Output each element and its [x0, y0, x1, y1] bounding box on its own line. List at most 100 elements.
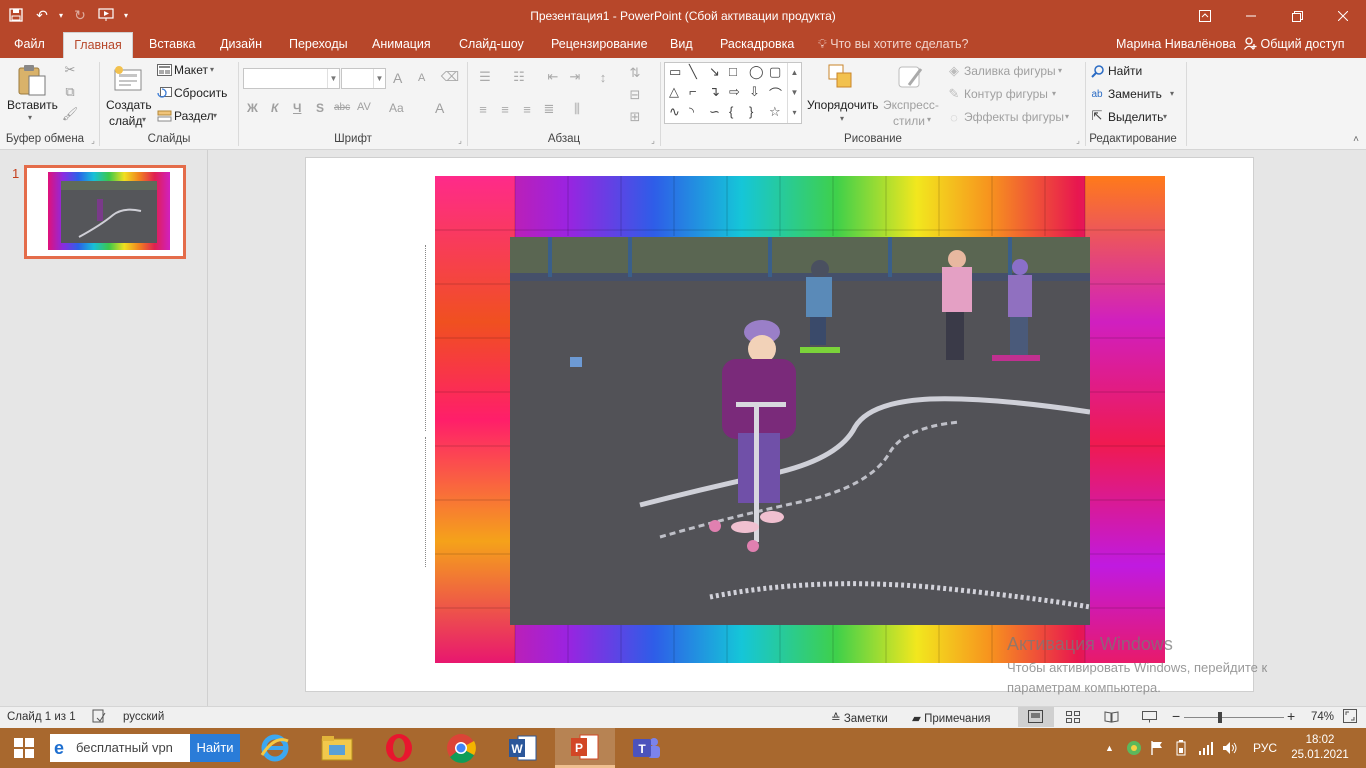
find-icon[interactable]	[1089, 63, 1105, 79]
taskbar-word-icon[interactable]: W	[493, 728, 553, 768]
paste-dropdown-icon[interactable]: ▾	[28, 113, 32, 122]
show-hidden-icons[interactable]: ▲	[1105, 728, 1114, 768]
arrange-label[interactable]: Упорядочить	[807, 98, 878, 112]
paste-icon[interactable]	[14, 62, 50, 98]
arc-shape-icon[interactable]: ◝	[689, 104, 694, 120]
quick-styles-icon[interactable]	[896, 62, 926, 92]
down-arrow-shape-icon[interactable]: ⇩	[749, 84, 760, 100]
columns-icon[interactable]: ⫼	[566, 100, 588, 118]
clipboard-launcher-icon[interactable]: ⌟	[88, 135, 98, 145]
replace-button[interactable]: Заменить	[1108, 87, 1162, 101]
share-button[interactable]: Общий доступ	[1243, 32, 1344, 58]
scribble-shape-icon[interactable]: ∿	[669, 104, 680, 120]
taskbar-opera-icon[interactable]	[369, 728, 429, 768]
spell-check-icon[interactable]	[92, 709, 106, 726]
right-brace-icon[interactable]: }	[749, 104, 753, 119]
cut-icon[interactable]: ✂	[62, 62, 78, 78]
underline-icon[interactable]: Ч	[293, 101, 301, 115]
tab-home[interactable]: Главная	[63, 32, 133, 58]
zoom-slider-track[interactable]	[1184, 717, 1284, 718]
taskbar-teams-icon[interactable]: T	[617, 728, 677, 768]
slide-count[interactable]: Слайд 1 из 1	[7, 711, 76, 723]
taskbar-chrome-icon[interactable]	[431, 728, 491, 768]
increase-indent-icon[interactable]: ⇥	[566, 68, 584, 86]
taskbar-search-box[interactable]: e бесплатный vpn Найти	[50, 734, 240, 762]
tab-view[interactable]: Вид	[664, 32, 699, 58]
justify-icon[interactable]: ≣	[540, 100, 558, 118]
shape-fill-button[interactable]: Заливка фигуры	[964, 64, 1056, 78]
tab-transitions[interactable]: Переходы	[283, 32, 354, 58]
left-brace-icon[interactable]: {	[729, 104, 733, 119]
notes-button[interactable]: ≙ Заметки	[831, 711, 888, 725]
zoom-in-button[interactable]: +	[1287, 708, 1295, 724]
line-spacing-icon[interactable]: ↕	[592, 68, 614, 86]
tray-app-icon[interactable]	[1126, 728, 1142, 768]
triangle-shape-icon[interactable]: △	[669, 84, 679, 100]
shrink-font-icon[interactable]: A	[418, 72, 425, 84]
arrow-line-shape-icon[interactable]: ↘	[709, 64, 720, 80]
search-button[interactable]: Найти	[190, 734, 240, 762]
flag-icon[interactable]	[1150, 728, 1164, 768]
smartart-icon[interactable]: ⊞	[626, 108, 644, 126]
shape-outline-button[interactable]: Контур фигуры	[964, 87, 1048, 101]
new-slide-icon[interactable]	[112, 62, 144, 94]
taskbar-clock[interactable]: 18:02 25.01.2021	[1290, 733, 1350, 763]
font-color-icon[interactable]: A	[435, 100, 444, 116]
taskbar-ie-icon[interactable]	[245, 728, 305, 768]
new-slide-line2[interactable]: слайд	[109, 114, 142, 128]
tab-design[interactable]: Дизайн	[214, 32, 268, 58]
clear-formatting-icon[interactable]: ⌫	[440, 68, 460, 86]
strikethrough-icon[interactable]: abc	[334, 102, 350, 113]
chevron-down-icon[interactable]: ▼	[373, 69, 385, 88]
tab-animations[interactable]: Анимация	[366, 32, 437, 58]
windows-start-icon[interactable]	[0, 728, 48, 768]
elbow-arrow-icon[interactable]: ↴	[709, 84, 720, 100]
paste-label[interactable]: Вставить	[7, 98, 58, 112]
shape-effects-dropdown-icon[interactable]: ▾	[1065, 112, 1069, 121]
zoom-level[interactable]: 74%	[1311, 711, 1334, 723]
arrange-icon[interactable]	[826, 62, 856, 92]
tab-storyboarding[interactable]: Раскадровка	[714, 32, 800, 58]
keyboard-language[interactable]: РУС	[1253, 728, 1277, 768]
minimize-icon[interactable]	[1228, 0, 1274, 32]
select-dropdown-icon[interactable]: ▾	[1163, 112, 1167, 121]
numbering-icon[interactable]: ☷	[508, 68, 530, 86]
restore-icon[interactable]	[1274, 0, 1320, 32]
rounded-rect-shape-icon[interactable]: ▢	[769, 64, 781, 80]
taskbar-explorer-icon[interactable]	[307, 728, 367, 768]
star-shape-icon[interactable]: ☆	[769, 104, 781, 120]
grow-font-icon[interactable]: A	[393, 70, 402, 86]
align-left-icon[interactable]: ≡	[474, 100, 492, 118]
battery-icon[interactable]	[1174, 728, 1190, 768]
replace-dropdown-icon[interactable]: ▾	[1170, 89, 1174, 98]
tab-file[interactable]: Файл	[8, 32, 51, 58]
comments-button[interactable]: ▰ Примечания	[912, 711, 990, 725]
shape-effects-button[interactable]: Эффекты фигуры	[964, 110, 1064, 124]
playground-photo[interactable]	[510, 237, 1090, 625]
replace-icon[interactable]: ab	[1088, 85, 1106, 103]
line-shape-icon[interactable]: ╲	[689, 64, 697, 80]
oval-shape-icon[interactable]: ◯	[749, 64, 764, 80]
select-cursor-icon[interactable]: ⇱	[1089, 108, 1105, 124]
textbox-shape-icon[interactable]: ▭	[669, 64, 681, 80]
freeform-shape-icon[interactable]: ⌒	[769, 84, 782, 103]
slide-thumbnail[interactable]	[24, 165, 186, 259]
section-dropdown-icon[interactable]: ▾	[213, 111, 217, 120]
right-arrow-shape-icon[interactable]: ⇨	[729, 84, 740, 100]
bullets-icon[interactable]: ☰	[474, 68, 496, 86]
reading-view-icon[interactable]	[1104, 711, 1119, 726]
shape-fill-dropdown-icon[interactable]: ▾	[1058, 66, 1062, 75]
change-case-icon[interactable]: Aa	[389, 101, 404, 115]
quick-styles-line1[interactable]: Экспресс-	[883, 98, 939, 112]
align-center-icon[interactable]: ≡	[496, 100, 514, 118]
network-icon[interactable]	[1198, 728, 1214, 768]
tell-me-box[interactable]: 💡︎ Что вы хотите сделать?	[818, 32, 968, 58]
search-query[interactable]: бесплатный vpn	[76, 740, 173, 755]
font-launcher-icon[interactable]: ⌟	[455, 135, 465, 145]
slide-sorter-icon[interactable]	[1066, 711, 1080, 726]
taskbar-powerpoint-icon[interactable]: P	[555, 728, 615, 768]
decrease-indent-icon[interactable]: ⇤	[544, 68, 562, 86]
ribbon-display-options-icon[interactable]	[1182, 0, 1228, 32]
text-direction-icon[interactable]: ⇅	[626, 64, 644, 82]
shape-fill-icon[interactable]: ◈	[946, 63, 962, 79]
